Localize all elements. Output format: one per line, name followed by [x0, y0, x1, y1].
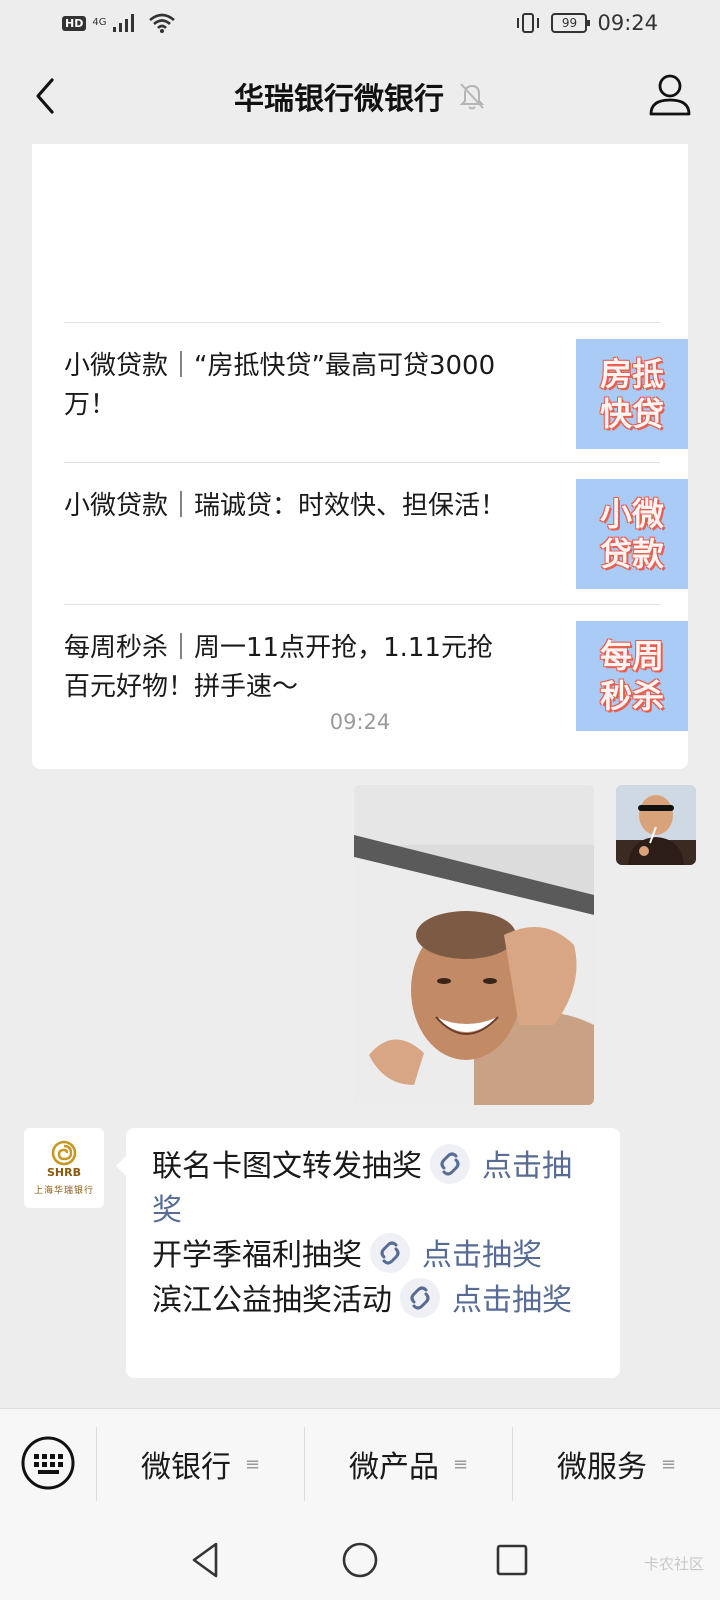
signal-icon: [113, 14, 135, 32]
avatar-photo: [616, 785, 696, 865]
keyboard-icon: [21, 1436, 75, 1490]
network-type: 4G: [92, 17, 107, 28]
article-thumbnail: 房抵快贷: [576, 339, 688, 449]
status-bar: HD 4G 99 09:24: [0, 0, 720, 48]
bank-logo-subtitle: 上海华瑞银行: [33, 1186, 94, 1196]
title-bar: 华瑞银行微银行: [0, 48, 720, 144]
mini-program-link-icon: [430, 1144, 470, 1184]
keyboard-toggle-button[interactable]: [20, 1435, 76, 1491]
battery-indicator: 99: [551, 13, 591, 33]
mini-program-link-icon: [370, 1233, 410, 1273]
nav-home-button[interactable]: [338, 1538, 382, 1582]
article-title: 每周秒杀｜周一11点开抢，1.11元抢百元好物！拼手速～: [64, 633, 493, 702]
promo-text: 联名卡图文转发抽奖: [152, 1149, 422, 1184]
submenu-icon: ≡: [660, 1453, 677, 1475]
menu-item-wei-service[interactable]: 微服务 ≡: [512, 1427, 720, 1501]
promo-text: 开学季福利抽奖: [152, 1238, 362, 1273]
bank-logo-icon: [51, 1140, 77, 1166]
thumbnail-text: 房抵快贷: [599, 355, 664, 433]
thumbnail-text: 小微贷款: [599, 495, 664, 573]
photo-message[interactable]: [354, 785, 594, 1105]
nav-back-button[interactable]: [184, 1538, 228, 1582]
promo-message-bubble: 联名卡图文转发抽奖 点击抽奖 开学季福利抽奖 点击抽奖 滨江公益抽奖活动 点击抽奖: [116, 1128, 620, 1378]
menu-item-wei-product[interactable]: 微产品 ≡: [304, 1427, 512, 1501]
promo-line: 滨江公益抽奖活动 点击抽奖: [152, 1278, 598, 1323]
bank-avatar[interactable]: SHRB 上海华瑞银行: [24, 1128, 104, 1208]
square-recents-icon: [496, 1544, 528, 1576]
bank-logo-text: SHRB: [47, 1166, 81, 1179]
status-time: 09:24: [597, 11, 658, 35]
system-nav-bar: 卡农社区: [0, 1518, 720, 1600]
article-card: 小微贷款｜“房抵快贷”最高可贷3000万！ 房抵快贷 小微贷款｜瑞诚贷：时效快、…: [32, 144, 688, 769]
photo-content: [354, 785, 594, 1105]
person-icon: [649, 74, 691, 116]
message-timestamp: 09:24: [329, 710, 391, 734]
lottery-link[interactable]: 点击抽奖: [452, 1283, 572, 1318]
my-avatar[interactable]: [616, 785, 696, 865]
mini-program-link-icon: [400, 1278, 440, 1318]
status-left: HD 4G: [62, 12, 176, 34]
bottom-menu: 微银行 ≡ 微产品 ≡ 微服务 ≡: [0, 1408, 720, 1518]
lottery-link[interactable]: 点击抽奖: [422, 1238, 542, 1273]
thumbnail-text: 每周秒杀: [599, 637, 664, 715]
profile-button[interactable]: [646, 70, 694, 120]
wifi-icon: [149, 13, 176, 33]
menu-label: 微服务: [556, 1450, 647, 1485]
triangle-back-icon: [192, 1542, 218, 1578]
status-right: 99 09:24: [515, 11, 658, 35]
watermark: 卡农社区: [643, 1555, 704, 1573]
bell-slash-icon: [459, 83, 485, 110]
page-title: 华瑞银行微银行: [234, 82, 444, 117]
menu-item-wei-bank[interactable]: 微银行 ≡: [96, 1427, 304, 1501]
promo-text: 滨江公益抽奖活动: [152, 1283, 392, 1318]
article-title: 小微贷款｜“房抵快贷”最高可贷3000万！: [64, 351, 496, 420]
submenu-icon: ≡: [244, 1453, 261, 1475]
article-item[interactable]: 小微贷款｜瑞诚贷：时效快、担保活！ 小微贷款: [64, 462, 688, 602]
hd-badge: HD: [62, 15, 87, 31]
submenu-icon: ≡: [452, 1453, 469, 1475]
article-thumbnail: 小微贷款: [576, 479, 688, 589]
promo-line: 开学季福利抽奖 点击抽奖: [152, 1233, 598, 1278]
nav-recents-button[interactable]: [490, 1538, 534, 1582]
circle-home-icon: [342, 1542, 378, 1578]
chat-area[interactable]: 小微贷款｜“房抵快贷”最高可贷3000万！ 房抵快贷 小微贷款｜瑞诚贷：时效快、…: [0, 144, 720, 1408]
vibrate-icon: [517, 13, 540, 33]
page-title-wrap: 华瑞银行微银行: [0, 74, 720, 118]
menu-label: 微银行: [140, 1450, 231, 1485]
article-title: 小微贷款｜瑞诚贷：时效快、担保活！: [64, 491, 507, 521]
promo-line: 联名卡图文转发抽奖 点击抽奖: [152, 1144, 598, 1233]
article-item[interactable]: 小微贷款｜“房抵快贷”最高可贷3000万！ 房抵快贷: [64, 322, 688, 462]
menu-label: 微产品: [348, 1450, 439, 1485]
